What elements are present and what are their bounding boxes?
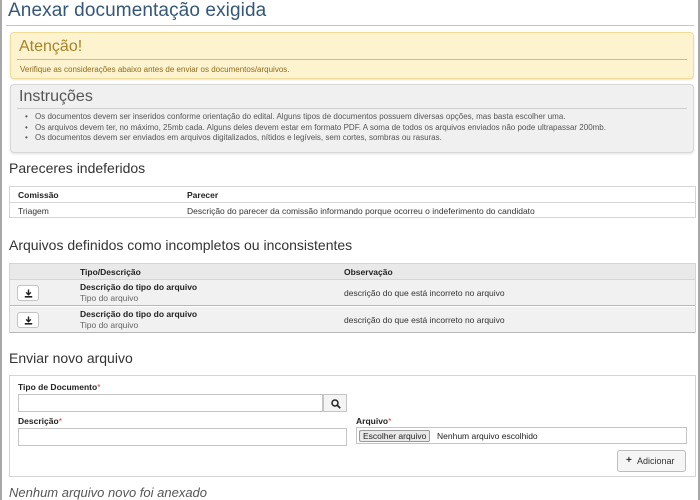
observation-cell: descrição do que está incorreto no arqui… xyxy=(344,315,505,325)
column-header-type: Tipo/Descrição xyxy=(80,267,141,277)
table-header: Tipo/Descrição Observação xyxy=(10,264,695,280)
file-status: Nenhum arquivo escolhido xyxy=(437,431,538,441)
required-mark: * xyxy=(388,416,392,426)
alert-divider xyxy=(17,59,687,60)
doc-type-input[interactable] xyxy=(18,394,323,412)
add-button[interactable]: + Adicionar xyxy=(617,450,686,472)
add-button-label: Adicionar xyxy=(637,456,675,466)
column-header-observation: Observação xyxy=(344,267,393,277)
column-header-commission: Comissão xyxy=(18,190,59,200)
instructions-divider xyxy=(17,108,687,109)
download-button[interactable] xyxy=(17,312,39,328)
instruction-item: Os documentos devem ser enviados em arqu… xyxy=(25,133,606,144)
instruction-item: Os arquivos devem ter, no máximo, 25mb c… xyxy=(25,123,606,134)
rejected-table: Comissão Parecer Triagem Descrição do pa… xyxy=(9,186,696,218)
file-label: Arquivo* xyxy=(356,416,392,426)
title-divider xyxy=(6,25,694,26)
rejected-section-title: Pareceres indeferidos xyxy=(9,160,146,176)
description-label: Descrição* xyxy=(18,416,62,426)
file-type-subtitle: Tipo do arquivo xyxy=(80,293,139,303)
file-type-subtitle: Tipo do arquivo xyxy=(80,320,139,330)
required-mark: * xyxy=(97,382,101,392)
choose-file-button[interactable]: Escolher arquivo xyxy=(359,430,431,442)
upload-form: Tipo de Documento* Descrição* Arquivo* E… xyxy=(9,375,696,477)
file-type-description: Descrição do tipo do arquivo xyxy=(80,309,198,319)
alert-text: Verifique as considerações abaixo antes … xyxy=(20,65,290,74)
observation-cell: descrição do que está incorreto no arqui… xyxy=(344,288,505,298)
download-icon xyxy=(24,316,33,325)
commission-cell: Triagem xyxy=(18,206,49,216)
alert-title: Atenção! xyxy=(19,38,83,55)
search-icon xyxy=(331,399,341,409)
instructions-list: Os documentos devem ser inseridos confor… xyxy=(25,112,606,144)
page-title: Anexar documentação exigida xyxy=(8,0,267,21)
doc-type-search-button[interactable] xyxy=(323,394,347,412)
column-header-opinion: Parecer xyxy=(187,190,219,200)
file-input: Escolher arquivo Nenhum arquivo escolhid… xyxy=(356,427,687,444)
plus-icon: + xyxy=(626,455,632,466)
incomplete-section-title: Arquivos definidos como incompletos ou i… xyxy=(9,237,353,253)
table-row: Descrição do tipo do arquivo Tipo do arq… xyxy=(10,280,695,306)
warning-alert: Atenção! Verifique as considerações abai… xyxy=(10,32,694,79)
required-mark: * xyxy=(58,416,62,426)
opinion-cell: Descrição do parecer da comissão informa… xyxy=(187,206,535,216)
empty-state-message: Nenhum arquivo novo foi anexado xyxy=(9,485,208,500)
table-row: Descrição do tipo do arquivo Tipo do arq… xyxy=(10,307,695,333)
upload-section-title: Enviar novo arquivo xyxy=(9,350,133,366)
incomplete-table: Tipo/Descrição Observação Descrição do t… xyxy=(9,263,696,333)
description-input[interactable] xyxy=(18,428,347,446)
page-container: Anexar documentação exigida Atenção! Ver… xyxy=(0,0,700,500)
table-header: Comissão Parecer xyxy=(10,187,695,203)
instruction-item: Os documentos devem ser inseridos confor… xyxy=(25,112,606,123)
download-button[interactable] xyxy=(17,285,39,301)
file-type-description: Descrição do tipo do arquivo xyxy=(80,282,198,292)
instructions-title: Instruções xyxy=(19,88,93,105)
doc-type-label: Tipo de Documento* xyxy=(18,382,101,392)
instructions-panel: Instruções Os documentos devem ser inser… xyxy=(10,84,694,153)
download-icon xyxy=(24,289,33,298)
